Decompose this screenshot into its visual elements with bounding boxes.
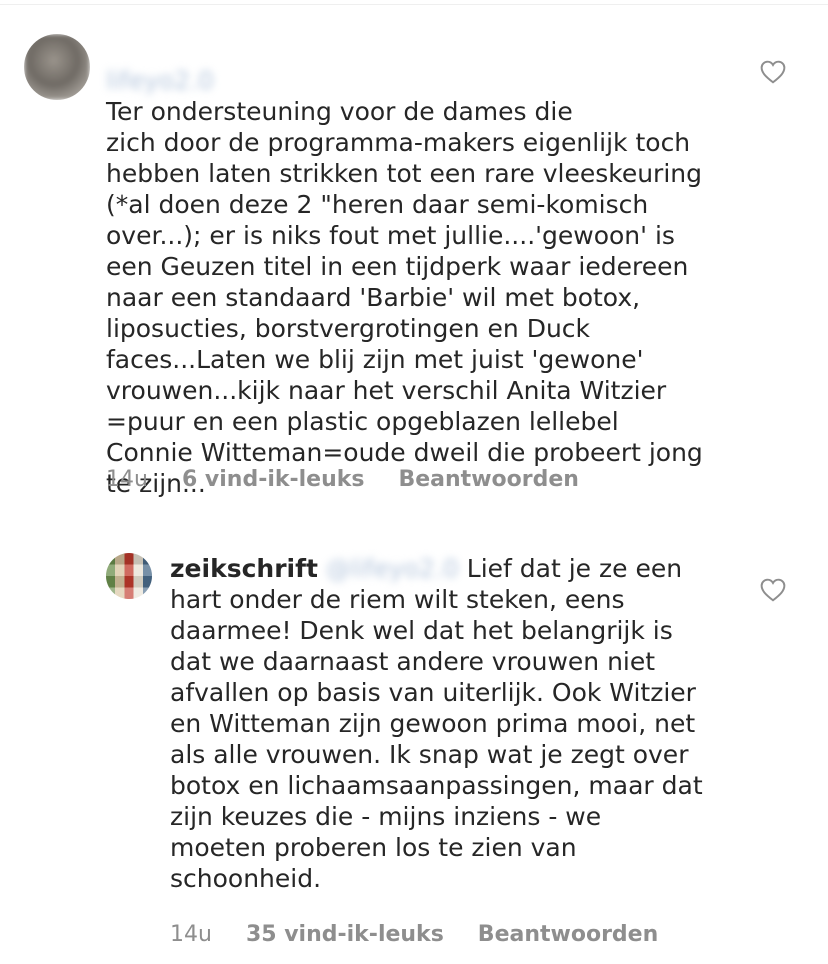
comment-text-first-line: Lief dat je ze een <box>466 554 683 583</box>
comment-body: lifeyo2.0 Ter ondersteuning voor de dame… <box>106 34 756 499</box>
heart-icon[interactable] <box>760 60 786 84</box>
username[interactable]: zeikschrift <box>170 554 318 583</box>
comment-meta: 14u 6 vind-ik-leuks Beantwoorden <box>106 467 579 492</box>
timestamp[interactable]: 14u <box>106 467 148 492</box>
avatar[interactable] <box>24 34 90 100</box>
avatar[interactable] <box>106 553 152 599</box>
mention-blurred[interactable]: @lifeyo2.0 <box>326 553 459 584</box>
comment-text: Ter ondersteuning voor de dames die zich… <box>106 97 703 498</box>
comment-body: zeikschrift @lifeyo2.0 Lief dat je ze ee… <box>170 553 760 894</box>
comment-text: hart onder de riem wilt steken, eens daa… <box>170 585 703 893</box>
reply-button[interactable]: Beantwoorden <box>478 922 658 947</box>
likes-count[interactable]: 6 vind-ik-leuks <box>182 467 365 492</box>
avatar-image <box>24 34 90 100</box>
likes-count[interactable]: 35 vind-ik-leuks <box>246 922 444 947</box>
top-divider <box>0 4 828 5</box>
username-blurred[interactable]: lifeyo2.0 <box>106 65 214 96</box>
timestamp[interactable]: 14u <box>170 922 212 947</box>
avatar-image <box>106 553 152 599</box>
reply-button[interactable]: Beantwoorden <box>398 467 578 492</box>
heart-icon[interactable] <box>760 578 786 602</box>
comment-meta: 14u 35 vind-ik-leuks Beantwoorden <box>170 922 658 947</box>
